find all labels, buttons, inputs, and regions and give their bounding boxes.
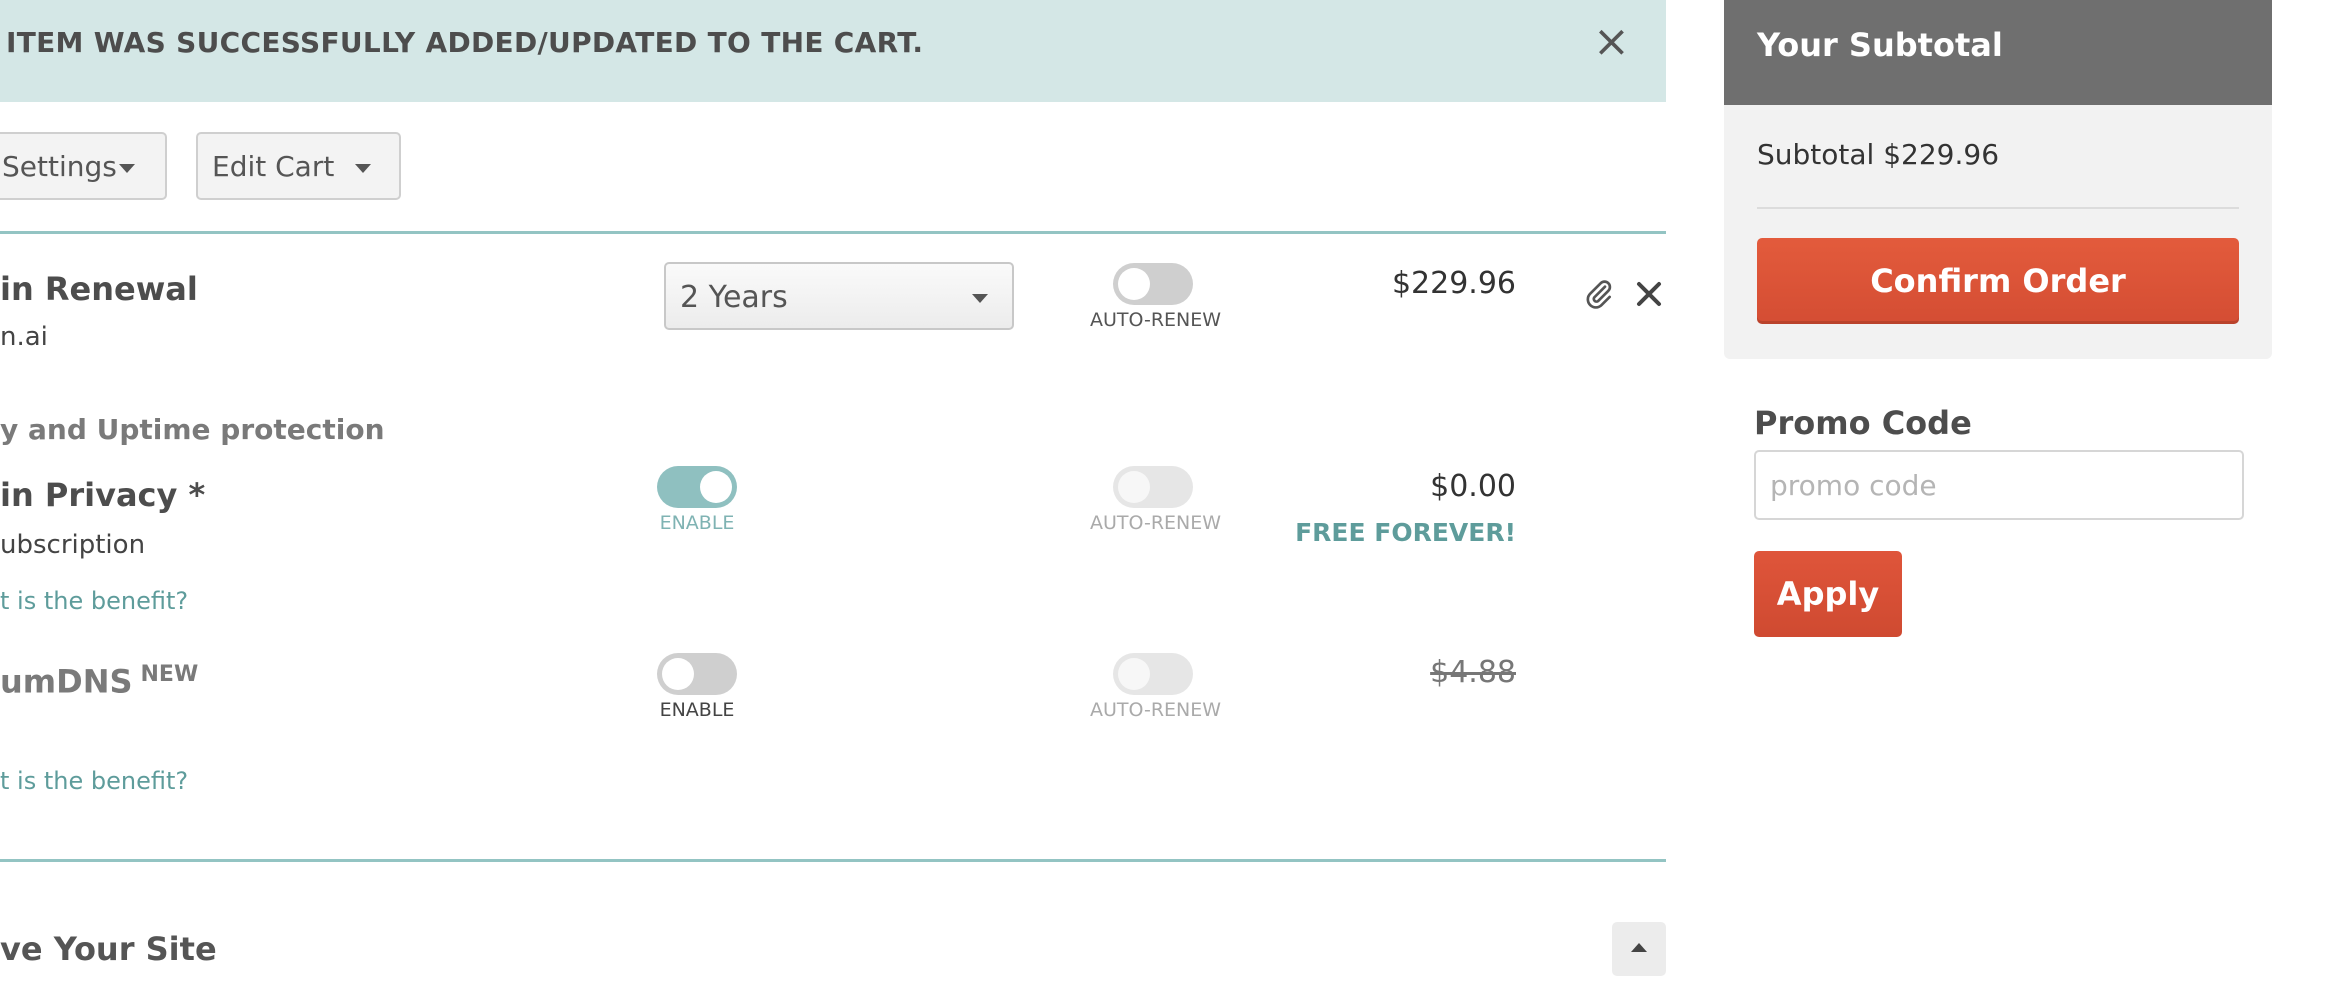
autorenew-toggle[interactable]: [1113, 263, 1193, 305]
confirm-order-button[interactable]: Confirm Order: [1757, 238, 2239, 324]
chevron-down-icon: [972, 294, 988, 303]
privacy-autorenew-toggle[interactable]: [1113, 466, 1193, 508]
toggle-knob: [700, 471, 732, 503]
paperclip-icon[interactable]: [1583, 276, 1615, 312]
free-forever-note: FREE FOREVER!: [1295, 518, 1516, 547]
edit-cart-dropdown-button[interactable]: Edit Cart: [196, 132, 401, 200]
dns-enable-label: ENABLE: [659, 699, 735, 721]
privacy-enable-toggle[interactable]: [657, 466, 737, 508]
toggle-knob: [1118, 268, 1150, 300]
subtotal-divider: [1757, 207, 2239, 209]
item-domain: n.ai: [0, 322, 48, 352]
chevron-down-icon: [355, 164, 371, 173]
item-price: $229.96: [1391, 266, 1516, 301]
autorenew-label: AUTO-RENEW: [1090, 309, 1222, 331]
subtotal-value: Subtotal $229.96: [1757, 138, 2000, 171]
toggle-knob: [1118, 471, 1150, 503]
cart-bottom-divider: [0, 859, 1666, 862]
term-value: 2 Years: [680, 280, 788, 315]
next-section-title: ve Your Site: [0, 930, 217, 968]
new-badge: NEW: [140, 662, 199, 687]
term-select[interactable]: 2 Years: [664, 262, 1014, 330]
promo-code-input[interactable]: [1754, 450, 2244, 520]
privacy-benefit-link[interactable]: t is the benefit?: [0, 587, 188, 615]
privacy-autorenew-label: AUTO-RENEW: [1090, 512, 1222, 534]
dns-title: umDNS NEW: [0, 662, 198, 701]
addons-section-label: y and Uptime protection: [0, 413, 385, 446]
privacy-enable-label: ENABLE: [659, 512, 735, 534]
alert-message: ITEM WAS SUCCESSFULLY ADDED/UPDATED TO T…: [6, 26, 924, 59]
privacy-subtitle: ubscription: [0, 530, 146, 560]
close-icon[interactable]: ×: [1593, 18, 1630, 66]
item-title: in Renewal: [0, 270, 198, 308]
settings-dropdown-button[interactable]: Settings: [0, 132, 167, 200]
chevron-down-icon: [119, 164, 135, 173]
dns-benefit-link[interactable]: t is the benefit?: [0, 767, 188, 795]
settings-label: Settings: [2, 150, 117, 183]
chevron-up-icon: [1631, 943, 1647, 952]
dns-autorenew-label: AUTO-RENEW: [1090, 699, 1222, 721]
apply-promo-button[interactable]: Apply: [1754, 551, 1902, 637]
dns-autorenew-toggle[interactable]: [1113, 653, 1193, 695]
toggle-knob: [662, 658, 694, 690]
edit-cart-label: Edit Cart: [212, 150, 335, 183]
dns-enable-toggle[interactable]: [657, 653, 737, 695]
collapse-button[interactable]: [1612, 922, 1666, 976]
privacy-title: in Privacy *: [0, 476, 206, 514]
dns-price: $4.88: [1430, 655, 1516, 690]
remove-item-icon[interactable]: [1636, 281, 1662, 307]
toggle-knob: [1118, 658, 1150, 690]
subtotal-panel-title: Your Subtotal: [1757, 26, 2003, 64]
privacy-price: $0.00: [1430, 469, 1516, 504]
cart-top-divider: [0, 231, 1666, 234]
promo-code-title: Promo Code: [1754, 404, 1972, 442]
dns-title-text: umDNS: [0, 662, 133, 701]
